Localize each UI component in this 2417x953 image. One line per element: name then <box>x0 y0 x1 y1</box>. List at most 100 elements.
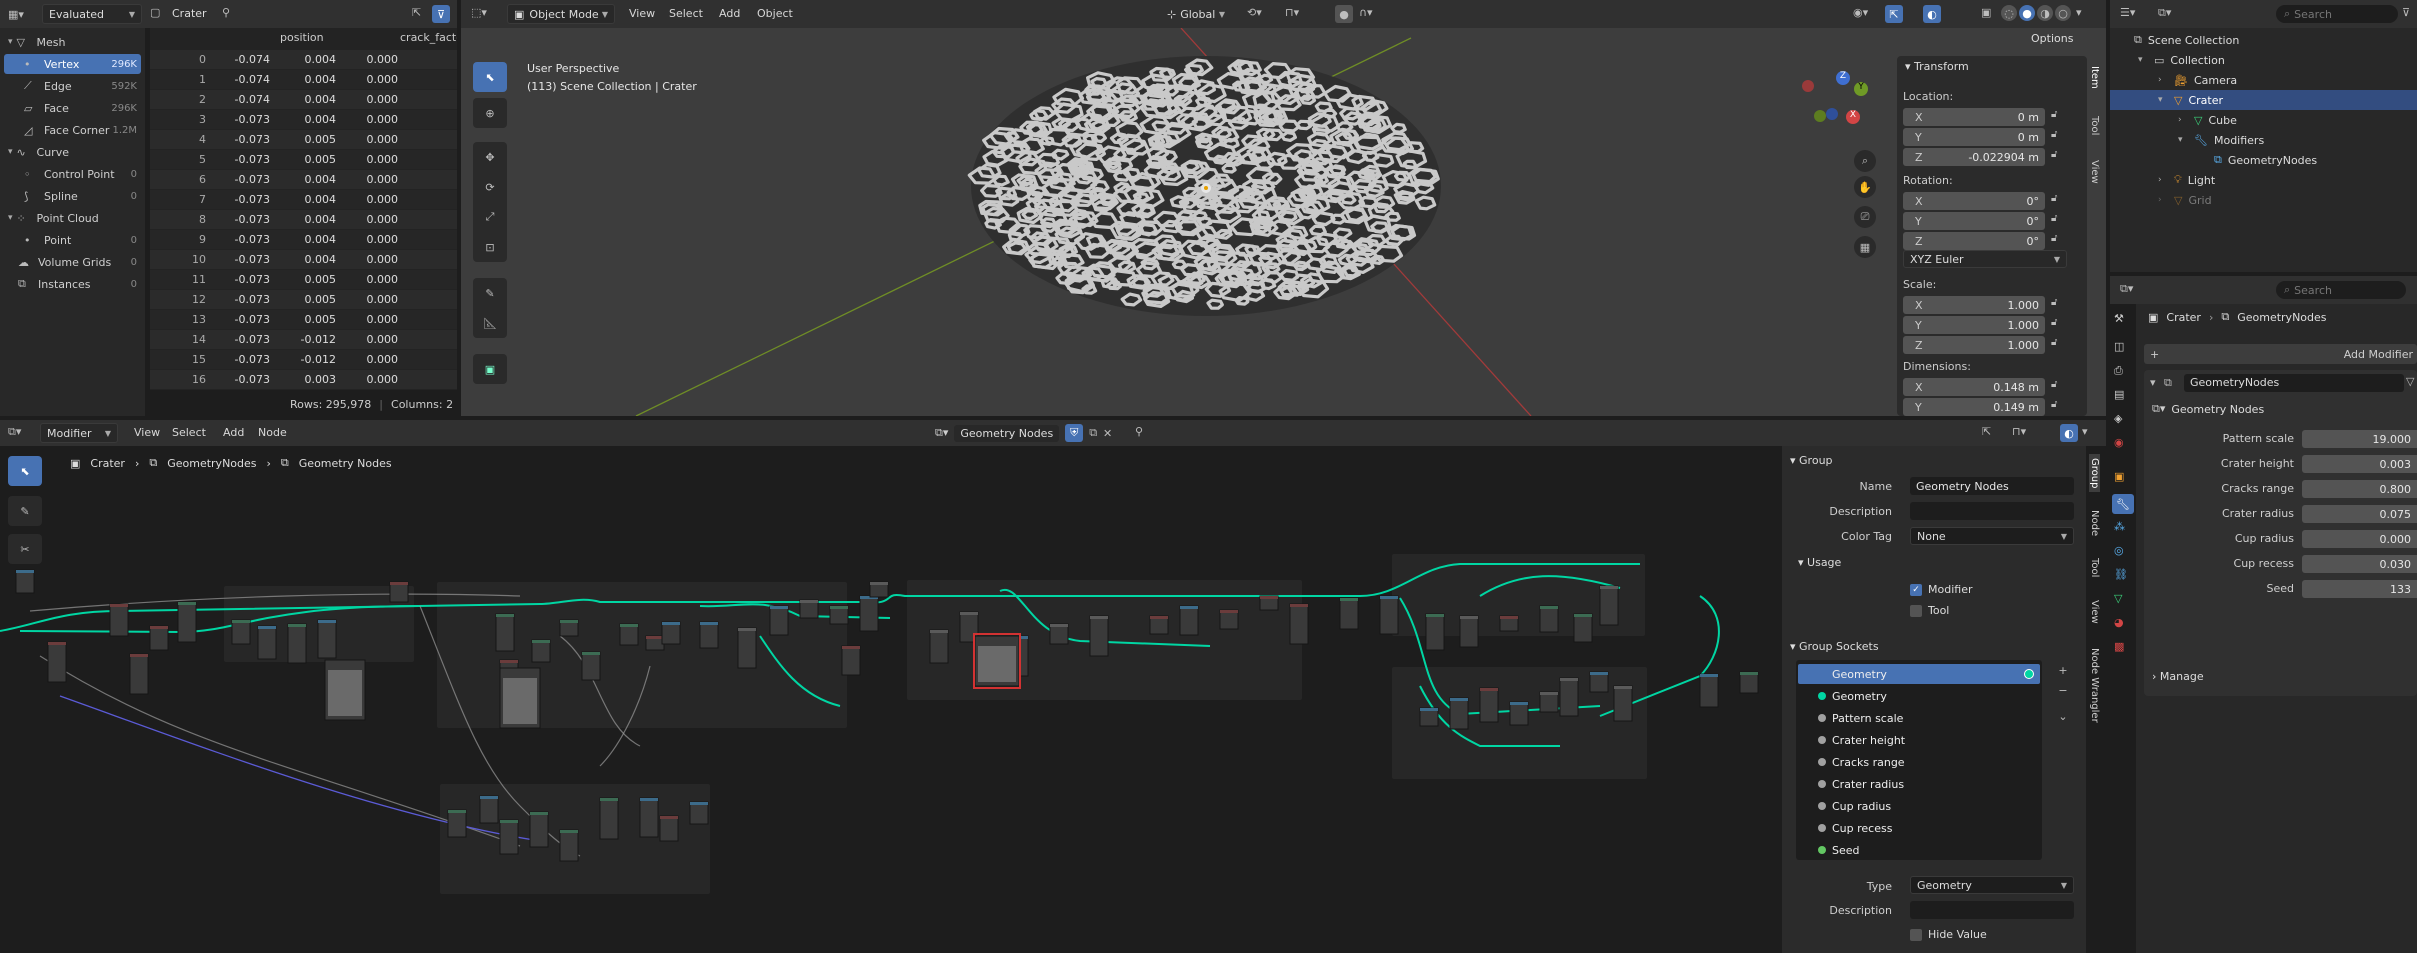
dataset-item[interactable]: ⟋ Edge 592K <box>4 76 141 96</box>
lock-icon[interactable]: 🔓︎ <box>2051 317 2057 328</box>
graph-node[interactable] <box>1573 613 1593 643</box>
graph-node[interactable] <box>529 811 549 848</box>
falloff-icon[interactable]: ∩▾ <box>1359 6 1373 19</box>
expand-icon[interactable]: ▾ <box>8 213 13 223</box>
tab-item[interactable]: Item <box>2089 62 2100 93</box>
graph-node[interactable] <box>317 619 337 659</box>
graph-node[interactable] <box>581 651 601 681</box>
graph-node[interactable] <box>1739 671 1759 694</box>
location-x-field[interactable]: X 0 m <box>1903 108 2045 126</box>
disclosure-icon[interactable]: › <box>2158 195 2170 205</box>
transform-panel-title[interactable]: ▾ Transform <box>1905 60 1969 73</box>
solid-shading-icon[interactable]: ● <box>2019 5 2035 21</box>
graph-node[interactable] <box>619 623 639 646</box>
outliner-item[interactable]: › 🎥︎ Camera <box>2110 70 2417 90</box>
overlay-icon[interactable]: ◐ <box>2060 424 2078 442</box>
object-menu[interactable]: Object <box>757 7 793 20</box>
camera-view-icon[interactable]: ⎚ <box>1854 206 1876 228</box>
proportional-edit-icon[interactable]: ● <box>1335 5 1353 23</box>
transform-tool-icon[interactable]: ⊡ <box>473 232 507 262</box>
dataset-item[interactable]: ▱ Face 296K <box>4 98 141 118</box>
snap-icon[interactable]: ⊓▾ <box>1285 6 1299 19</box>
overlay-options-icon[interactable]: ▾ <box>2082 425 2088 438</box>
column-header-position[interactable]: position <box>280 31 324 44</box>
node-editor[interactable]: ⧉▾ Modifier ▼ View Select Add Node ⧉▾ Geo… <box>0 420 2106 953</box>
graph-node[interactable] <box>447 809 467 838</box>
lock-icon[interactable]: 🔓︎ <box>2051 109 2057 120</box>
lock-icon[interactable]: 🔓︎ <box>2051 297 2057 308</box>
group-socket-item[interactable]: Cup recess <box>1798 818 2040 838</box>
constraints-tab-icon[interactable]: ⛓︎ <box>2114 568 2128 581</box>
modifier-tab-icon[interactable]: 🔧︎ <box>2112 494 2134 514</box>
dataset-item[interactable]: ▾ ∿ Curve <box>4 142 141 162</box>
outliner-item[interactable]: › 💡︎ Light <box>2110 170 2417 190</box>
graph-node[interactable] <box>495 613 515 652</box>
expand-icon[interactable]: ▾ <box>8 147 13 157</box>
graph-node[interactable] <box>1613 685 1633 722</box>
expand-icon[interactable]: ▾ <box>8 37 13 47</box>
ortho-toggle-icon[interactable]: ▦ <box>1854 236 1876 258</box>
color-tag-dropdown[interactable]: None ▼ <box>1910 527 2074 545</box>
lock-icon[interactable]: 🔓︎ <box>2051 233 2057 244</box>
graph-node[interactable] <box>929 629 949 664</box>
output-tab-icon[interactable]: ⎙ <box>2114 364 2123 378</box>
modifier-input-field[interactable]: 0.000 <box>2302 530 2417 548</box>
graph-node[interactable] <box>15 569 35 594</box>
unlink-icon[interactable]: ✕ <box>1103 427 1112 440</box>
graph-node[interactable] <box>699 621 719 649</box>
outliner-search[interactable]: ⌕ <box>2276 5 2398 23</box>
dataset-item[interactable]: ▾ ▽ Mesh <box>4 32 141 52</box>
rotation-mode-dropdown[interactable]: XYZ Euler ▼ <box>1903 250 2067 268</box>
view-layer-tab-icon[interactable]: ▤ <box>2114 388 2124 401</box>
graph-node[interactable] <box>559 829 579 862</box>
graph-node[interactable] <box>257 625 277 660</box>
group-socket-item[interactable]: Seed <box>1798 840 2040 860</box>
group-socket-item[interactable]: Cracks range <box>1798 752 2040 772</box>
graph-node[interactable] <box>1699 673 1719 708</box>
outliner-item[interactable]: ⧉ GeometryNodes <box>2110 150 2417 170</box>
object-tab-icon[interactable]: ▣ <box>2114 470 2124 483</box>
modifier-input-field[interactable]: 0.800 <box>2302 480 2417 498</box>
rotate-tool-icon[interactable]: ⟳ <box>473 172 507 202</box>
viewport-3d[interactable]: ⬚▾ ▣ Object Mode ▼ View Select Add Object … <box>461 0 2106 416</box>
cursor-tool-icon[interactable]: ⊕ <box>473 98 507 128</box>
location-z-field[interactable]: Z -0.022904 m <box>1903 148 2045 166</box>
lock-icon[interactable]: 🔓︎ <box>2051 193 2057 204</box>
rotation-z-field[interactable]: Z 0° <box>1903 232 2045 250</box>
graph-node[interactable] <box>149 625 169 651</box>
modifier-checkbox[interactable]: ✓ Modifier <box>1910 583 1972 596</box>
graph-node[interactable] <box>1539 605 1559 633</box>
tool-checkbox[interactable]: Tool <box>1910 604 1949 617</box>
scale-y-field[interactable]: Y 1.000 <box>1903 316 2045 334</box>
disclosure-icon[interactable]: › <box>2158 75 2170 85</box>
dimensions-x-field[interactable]: X 0.148 m <box>1903 378 2045 396</box>
outliner-item[interactable]: ▾ 🔧︎ Modifiers <box>2110 130 2417 150</box>
socket-description-field[interactable] <box>1910 901 2074 919</box>
dataset-item[interactable]: ◿ Face Corner 1.2M <box>4 120 141 140</box>
node-tree-selector[interactable]: ⧉▾ Geometry Nodes ⛨ ⧉ ✕ <box>935 423 1112 443</box>
graph-node[interactable] <box>1479 687 1499 723</box>
outliner-item[interactable]: › ▽ Cube <box>2110 110 2417 130</box>
add-modifier-button[interactable]: + Add Modifier <box>2144 344 2417 364</box>
hide-value-checkbox[interactable]: Hide Value <box>1910 928 1987 941</box>
view-menu[interactable]: View <box>629 7 655 20</box>
graph-node[interactable] <box>689 801 709 825</box>
graph-node[interactable] <box>129 653 149 695</box>
snap-icon[interactable]: ⊓▾ <box>2012 425 2026 438</box>
modifier-input-field[interactable]: 0.075 <box>2302 505 2417 523</box>
outliner-item[interactable]: › ▽ Grid <box>2110 190 2417 210</box>
gizmo-icon[interactable]: ⇱ <box>1885 5 1903 23</box>
modifier-input-field[interactable]: 0.030 <box>2302 555 2417 573</box>
tab-node[interactable]: Node <box>2089 506 2100 540</box>
dataset-item[interactable]: ⧉ Instances 0 <box>4 274 141 294</box>
visibility-icon[interactable]: ◉▾ <box>1853 6 1868 19</box>
dataset-item[interactable]: • Vertex 296K <box>4 54 141 74</box>
graph-node[interactable] <box>639 797 659 838</box>
material-shading-icon[interactable]: ◑ <box>2037 5 2053 21</box>
scene-tab-icon[interactable]: ◈ <box>2114 412 2122 425</box>
add-cube-tool-icon[interactable]: ▣ <box>473 354 507 384</box>
graph-node[interactable] <box>1339 597 1359 630</box>
tool-tab-icon[interactable]: ⚒ <box>2114 312 2124 325</box>
usage-subpanel[interactable]: ▾ Usage <box>1798 556 1841 569</box>
scale-z-field[interactable]: Z 1.000 <box>1903 336 2045 354</box>
